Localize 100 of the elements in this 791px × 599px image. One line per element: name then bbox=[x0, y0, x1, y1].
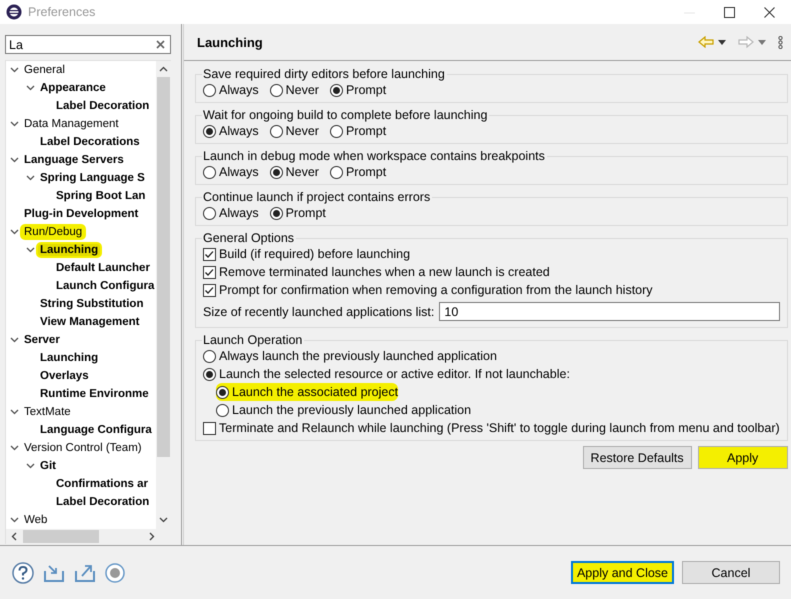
tree-item[interactable]: Spring Boot Lan bbox=[54, 190, 148, 202]
tree-item[interactable]: Label Decoration bbox=[54, 496, 152, 508]
radio-button[interactable] bbox=[270, 166, 283, 178]
tree-item[interactable]: Launching bbox=[38, 244, 100, 256]
tree-item[interactable]: Label Decorations bbox=[38, 136, 142, 148]
chevron-down-icon[interactable] bbox=[10, 157, 18, 163]
tree-item[interactable]: View Management bbox=[38, 316, 142, 328]
apply-and-close-button[interactable]: Apply and Close bbox=[570, 561, 674, 584]
chevron-down-icon[interactable] bbox=[26, 463, 34, 469]
radio-option[interactable]: Prompt bbox=[330, 81, 386, 99]
tree-item[interactable]: General bbox=[22, 64, 67, 76]
radio-button[interactable] bbox=[270, 84, 283, 96]
radio-button[interactable] bbox=[216, 404, 229, 416]
scroll-down-icon[interactable] bbox=[159, 517, 168, 523]
scroll-up-icon[interactable] bbox=[159, 66, 168, 72]
checkbox-option[interactable]: Prompt for confirmation when removing a configuration from the launch history bbox=[203, 281, 653, 299]
radio-button[interactable] bbox=[216, 386, 229, 398]
tree-item[interactable]: Launch Configura bbox=[54, 280, 156, 292]
chevron-down-icon[interactable] bbox=[10, 517, 18, 523]
horizontal-scrollbar[interactable] bbox=[6, 529, 171, 544]
radio-button[interactable] bbox=[330, 166, 343, 178]
tree-item[interactable]: TextMate bbox=[22, 406, 73, 418]
radio-button[interactable] bbox=[203, 368, 216, 380]
checkbox[interactable] bbox=[203, 266, 216, 278]
apply-button[interactable]: Apply bbox=[698, 446, 788, 469]
scrollbar-thumb[interactable] bbox=[23, 530, 99, 543]
radio-option[interactable]: Always bbox=[203, 163, 259, 181]
chevron-down-icon[interactable] bbox=[26, 247, 34, 253]
import-icon[interactable] bbox=[43, 562, 65, 582]
restore-defaults-button[interactable]: Restore Defaults bbox=[582, 446, 692, 469]
tree-item[interactable]: Language Servers bbox=[22, 154, 126, 166]
radio-button[interactable] bbox=[270, 206, 283, 220]
radio-button[interactable] bbox=[330, 84, 343, 96]
tree-item[interactable]: Git bbox=[38, 460, 58, 472]
export-icon[interactable] bbox=[74, 562, 96, 582]
tree-item[interactable]: Language Configura bbox=[38, 424, 154, 436]
checkbox-option[interactable]: Terminate and Relaunch while launching (Press 'Shift' to toggle during launch from menu and toolbar) bbox=[203, 419, 780, 437]
radio-button[interactable] bbox=[203, 206, 216, 220]
clear-icon[interactable] bbox=[156, 40, 165, 49]
radio-button[interactable] bbox=[203, 350, 216, 362]
radio-button[interactable] bbox=[270, 124, 283, 138]
radio-button[interactable] bbox=[330, 124, 343, 138]
radio-option[interactable]: Launch the associated project bbox=[216, 383, 398, 401]
radio-option[interactable]: Always launch the previously launched application bbox=[203, 347, 497, 365]
radio-option[interactable]: Prompt bbox=[270, 204, 326, 222]
chevron-down-icon[interactable] bbox=[10, 121, 18, 127]
radio-option[interactable]: Prompt bbox=[330, 122, 386, 140]
tree-item[interactable]: Data Management bbox=[22, 118, 121, 130]
radio-option[interactable]: Always bbox=[203, 122, 259, 140]
dropdown-icon[interactable] bbox=[718, 40, 726, 44]
cancel-button[interactable]: Cancel bbox=[682, 561, 780, 584]
tree-item[interactable]: Overlays bbox=[38, 370, 91, 382]
filter-field[interactable]: La bbox=[5, 35, 171, 54]
group-title: Launch Operation bbox=[202, 333, 304, 347]
tree-item[interactable]: Label Decoration bbox=[54, 100, 152, 112]
tree-item[interactable]: Confirmations ar bbox=[54, 478, 150, 490]
maximize-icon[interactable] bbox=[724, 6, 735, 18]
number-input[interactable]: 10 bbox=[439, 302, 780, 321]
chevron-down-icon[interactable] bbox=[10, 229, 18, 235]
checkbox-option[interactable]: Build (if required) before launching bbox=[203, 245, 410, 263]
chevron-down-icon[interactable] bbox=[26, 85, 34, 91]
tree-item[interactable]: Spring Language S bbox=[38, 172, 147, 184]
help-icon[interactable] bbox=[12, 562, 34, 584]
radio-button[interactable] bbox=[203, 166, 216, 178]
radio-option[interactable]: Launch the previously launched application bbox=[216, 401, 472, 419]
tree-item[interactable]: Runtime Environme bbox=[38, 388, 151, 400]
close-icon[interactable] bbox=[764, 6, 775, 18]
tree-item[interactable]: Default Launcher bbox=[54, 262, 152, 274]
record-icon[interactable] bbox=[105, 562, 125, 582]
tree-item[interactable]: Launching bbox=[38, 352, 100, 364]
chevron-down-icon[interactable] bbox=[10, 337, 18, 343]
radio-button[interactable] bbox=[203, 124, 216, 138]
more-menu-icon[interactable] bbox=[778, 36, 783, 48]
radio-option[interactable]: Never bbox=[270, 122, 319, 140]
radio-option[interactable]: Launch the selected resource or active editor. If not launchable: bbox=[203, 365, 570, 383]
chevron-down-icon[interactable] bbox=[10, 67, 18, 73]
radio-option[interactable]: Always bbox=[203, 204, 259, 222]
tree-item[interactable]: Run/Debug bbox=[22, 226, 84, 238]
checkbox[interactable] bbox=[203, 248, 216, 260]
tree-item[interactable]: Appearance bbox=[38, 82, 108, 94]
radio-option[interactable]: Prompt bbox=[330, 163, 386, 181]
scroll-right-icon[interactable] bbox=[149, 532, 155, 541]
radio-button[interactable] bbox=[203, 84, 216, 96]
radio-option[interactable]: Never bbox=[270, 81, 319, 99]
tree-item[interactable]: Web bbox=[22, 514, 50, 526]
tree-item[interactable]: Plug-in Development bbox=[22, 208, 140, 220]
checkbox-option[interactable]: Remove terminated launches when a new launch is created bbox=[203, 263, 550, 281]
tree-item[interactable]: Version Control (Team) bbox=[22, 442, 144, 454]
chevron-down-icon[interactable] bbox=[26, 175, 34, 181]
radio-option[interactable]: Never bbox=[270, 163, 319, 181]
checkbox[interactable] bbox=[203, 284, 216, 296]
scrollbar-thumb[interactable] bbox=[157, 77, 170, 457]
checkbox[interactable] bbox=[203, 422, 216, 434]
radio-option[interactable]: Always bbox=[203, 81, 259, 99]
chevron-down-icon[interactable] bbox=[10, 409, 18, 415]
chevron-down-icon[interactable] bbox=[10, 445, 18, 451]
tree-item[interactable]: String Substitution bbox=[38, 298, 146, 310]
tree-item[interactable]: Server bbox=[22, 334, 62, 346]
scroll-left-icon[interactable] bbox=[11, 532, 17, 541]
vertical-scrollbar[interactable] bbox=[156, 61, 171, 529]
